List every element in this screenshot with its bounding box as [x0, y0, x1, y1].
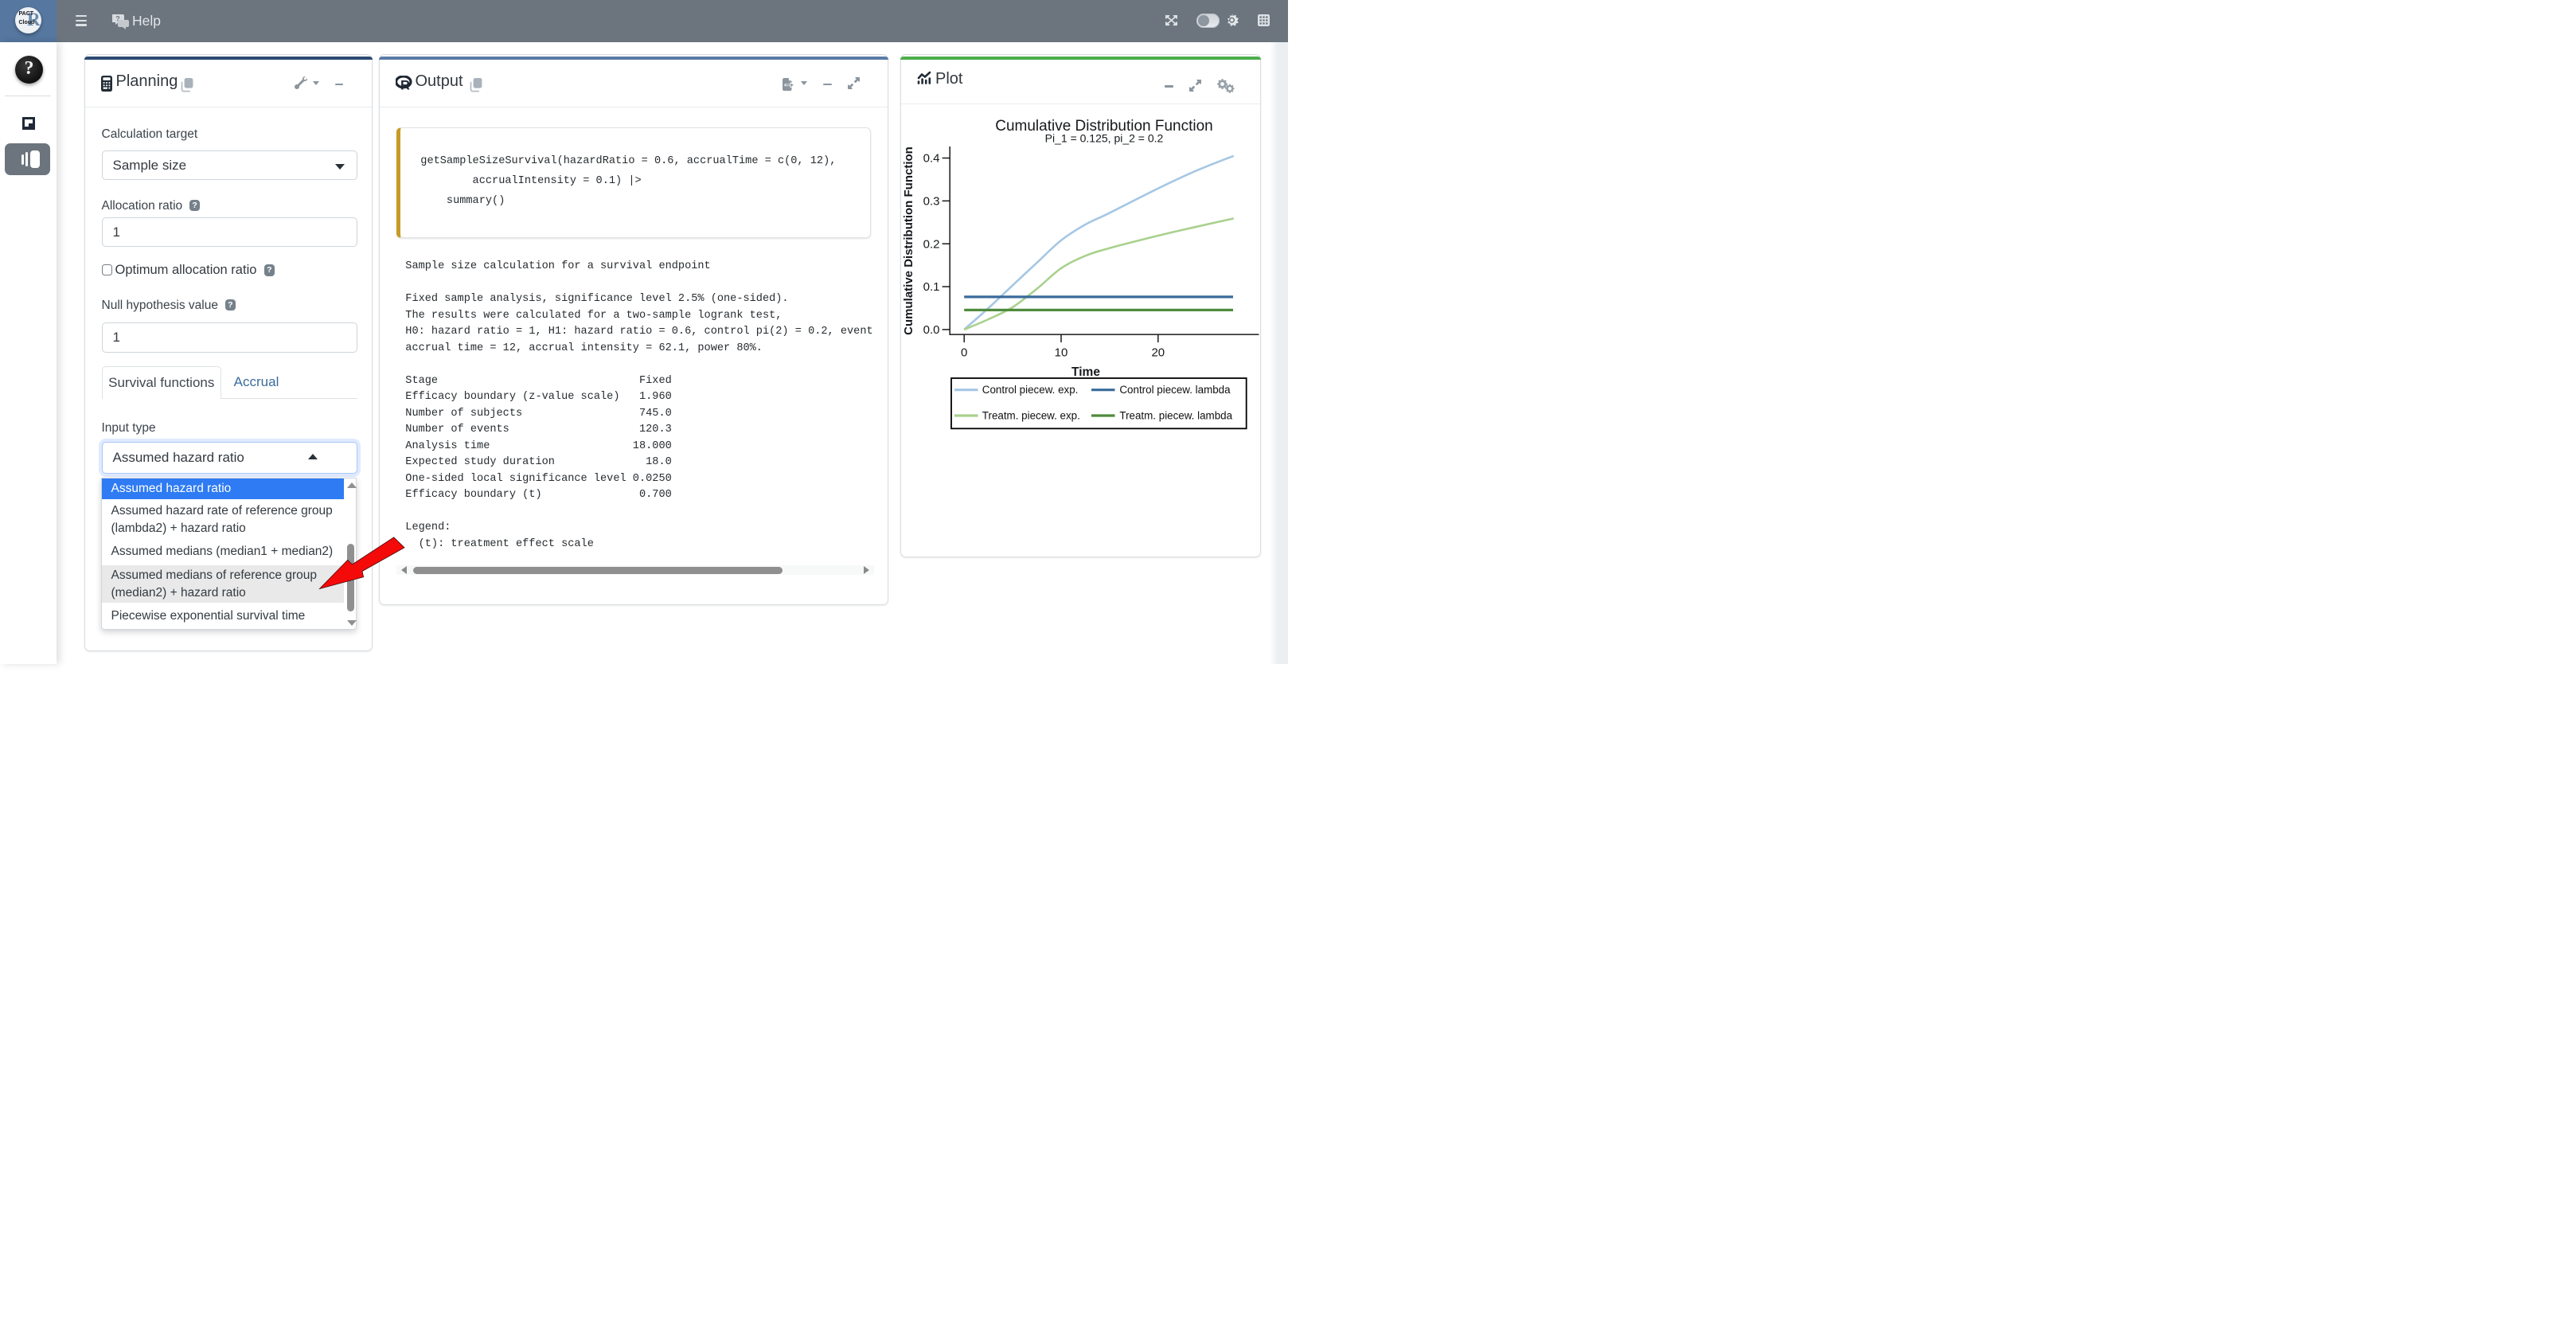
svg-text:Pi_1 = 0.125, pi_2 = 0.2: Pi_1 = 0.125, pi_2 = 0.2: [1045, 132, 1164, 145]
svg-text:0.3: 0.3: [923, 195, 940, 209]
svg-text:Time: Time: [1071, 365, 1100, 379]
svg-text:Treatm. piecew. exp.: Treatm. piecew. exp.: [982, 409, 1080, 421]
svg-text:Cumulative Distribution Functi: Cumulative Distribution Function: [902, 146, 915, 335]
svg-text:0.1: 0.1: [923, 280, 940, 294]
svg-text:20: 20: [1151, 346, 1165, 360]
svg-text:10: 10: [1055, 346, 1068, 360]
svg-text:Control piecew. lambda: Control piecew. lambda: [1119, 384, 1231, 396]
svg-text:Treatm. piecew. lambda: Treatm. piecew. lambda: [1119, 409, 1232, 421]
svg-text:0: 0: [961, 346, 967, 360]
svg-text:R: R: [400, 79, 410, 92]
svg-text:Control piecew. exp.: Control piecew. exp.: [982, 384, 1079, 396]
svg-text:0.0: 0.0: [923, 323, 940, 337]
svg-text:0.2: 0.2: [923, 237, 940, 251]
svg-text:0.4: 0.4: [923, 152, 940, 166]
